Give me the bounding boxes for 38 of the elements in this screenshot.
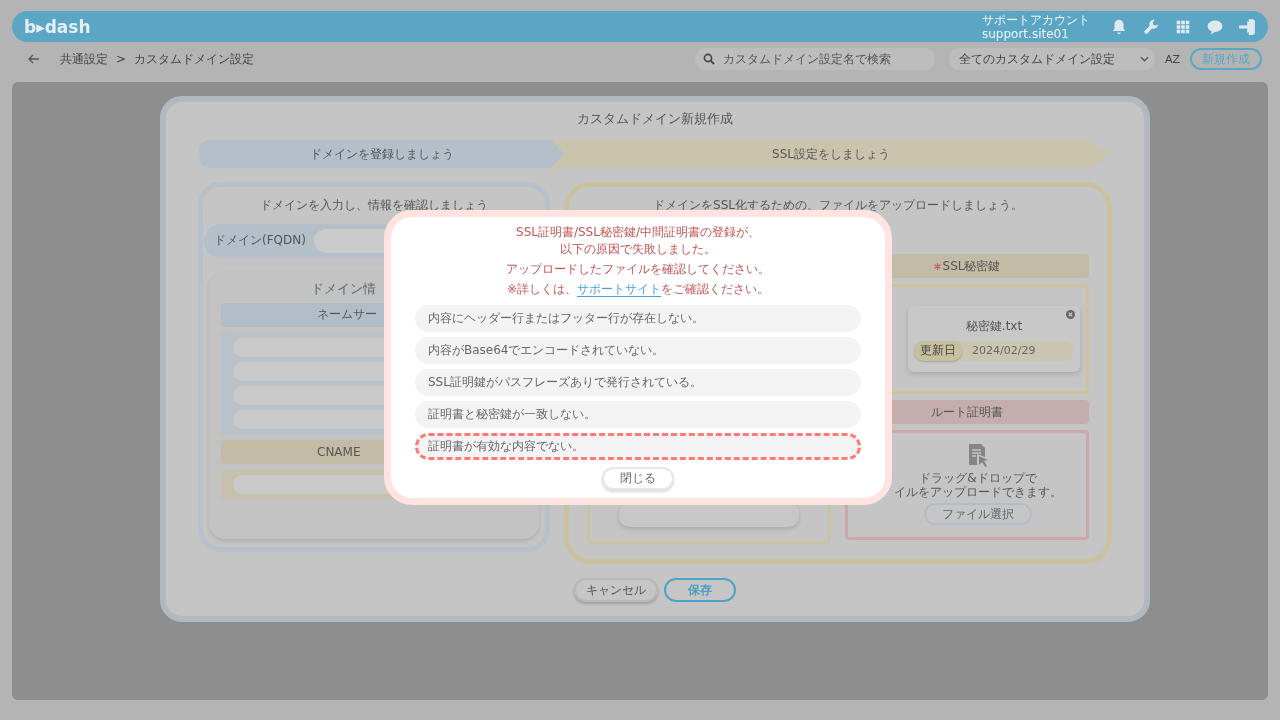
caret-icon (1139, 56, 1149, 62)
close-button[interactable]: 閉じる (602, 467, 674, 490)
wrench-icon[interactable] (1142, 17, 1160, 36)
sort-button[interactable]: AZ (1164, 52, 1180, 66)
breadcrumb-item: カスタムドメイン設定 (134, 50, 255, 68)
support-link[interactable]: サポートサイト (577, 282, 662, 297)
bell-icon[interactable] (1110, 17, 1128, 36)
reason-item: 証明書が有効な内容でない。 (415, 433, 861, 460)
document-cursor-icon (966, 443, 990, 469)
drop-hint: イルをアップロードできます。 (894, 485, 1062, 499)
date-value: 2024/02/29 (972, 344, 1036, 357)
breadcrumb-item[interactable]: 共通設定 (60, 50, 108, 68)
account-name: サポートアカウント (982, 12, 1090, 27)
field-label: ドメイン(FQDN) (214, 232, 306, 250)
back-arrow-icon[interactable] (28, 54, 40, 64)
breadcrumb-separator: > (116, 52, 127, 66)
reason-item: 内容がBase64でエンコードされていない。 (415, 337, 861, 364)
reason-item: 内容にヘッダー行またはフッター行が存在しない。 (415, 305, 861, 332)
account-id: support.site01 (982, 26, 1070, 41)
logo[interactable]: b▸dash (24, 16, 91, 37)
file-select-button[interactable]: ファイル選択 (924, 503, 1032, 525)
date-label: 更新日 (914, 340, 962, 361)
reason-item: SSL証明鍵がパスフレーズありで発行されている。 (415, 369, 861, 396)
error-message: アップロードしたファイルを確認してください。 (506, 261, 770, 278)
drop-hint: ドラッグ&ドロップで (919, 471, 1037, 485)
close-icon[interactable] (1066, 310, 1075, 319)
file-name: 秘密鍵.txt (965, 317, 1023, 335)
search-icon (702, 53, 715, 65)
filter-select[interactable]: 全てのカスタムドメイン設定 (948, 48, 1155, 70)
logout-icon[interactable] (1238, 17, 1256, 36)
section-title: SSL秘密鍵 (942, 257, 1001, 275)
support-note: ※詳しくは、サポートサイト をご確認ください。 (506, 281, 770, 298)
section-title: ドメイン情 (311, 279, 376, 298)
modal-title: カスタムドメイン新規作成 (577, 110, 733, 128)
cancel-button[interactable]: キャンセル (574, 578, 658, 602)
error-title: SSL証明書/SSL秘密鍵/中間証明書の登録が、 以下の原因で失敗しました。 (516, 224, 760, 258)
reason-item: 証明書と秘密鍵が一致しない。 (415, 401, 861, 428)
search-field[interactable]: カスタムドメイン設定名で検索 (694, 48, 935, 70)
